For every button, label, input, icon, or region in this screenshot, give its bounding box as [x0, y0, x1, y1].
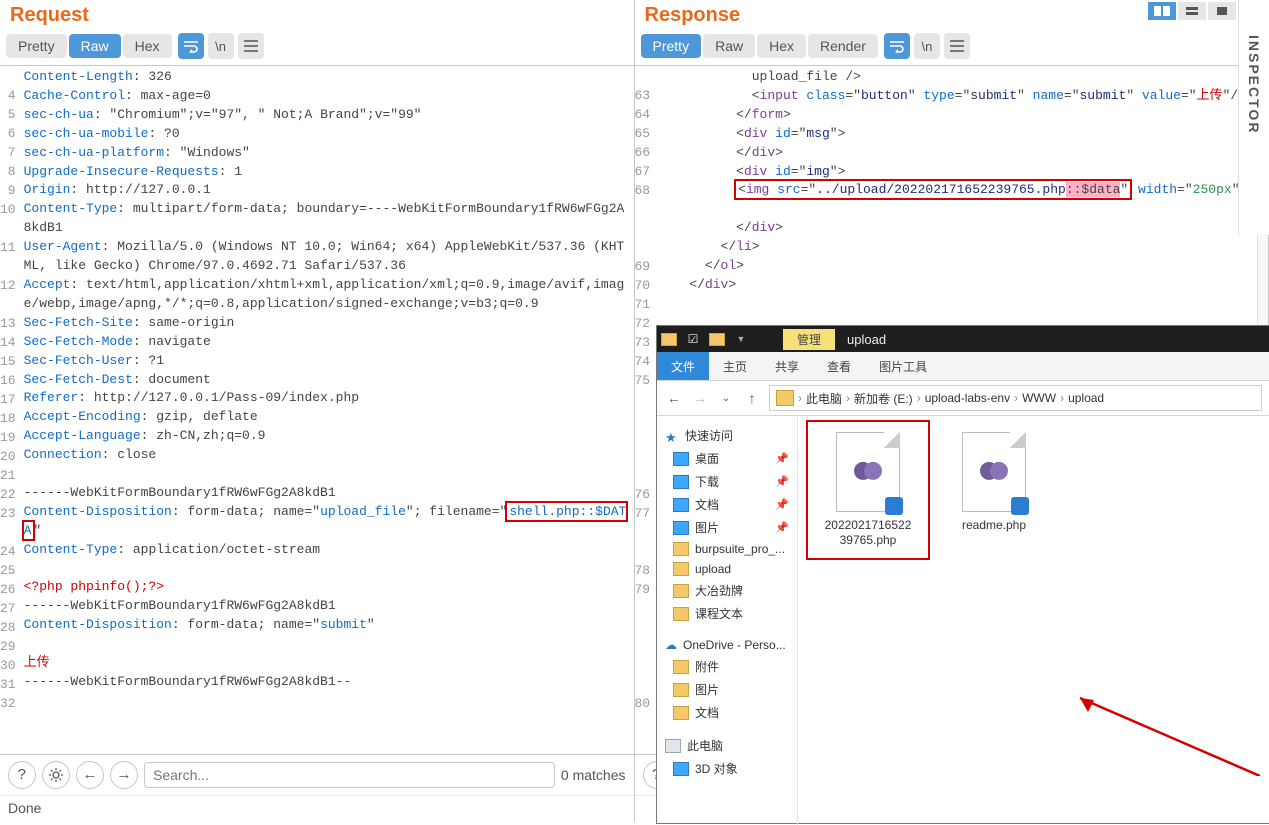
explorer-titlebar[interactable]: ☑ ▼ 管理 upload: [657, 326, 1269, 352]
inspector-label: INSPECTOR: [1246, 35, 1262, 134]
sidebar-item-desktop[interactable]: 桌面📌: [657, 447, 797, 470]
crumb-env[interactable]: upload-labs-env: [925, 391, 1010, 405]
tab-hex[interactable]: Hex: [757, 34, 806, 58]
crumb-www[interactable]: WWW: [1022, 391, 1056, 405]
tab-hex[interactable]: Hex: [123, 34, 172, 58]
folder-icon: [776, 390, 794, 406]
request-tabs: Pretty Raw Hex \n: [0, 33, 634, 65]
tab-raw[interactable]: Raw: [703, 34, 755, 58]
request-title: Request: [0, 0, 634, 33]
wrap-toggle-icon[interactable]: [178, 33, 204, 59]
tab-pretty[interactable]: Pretty: [6, 34, 67, 58]
menu-icon[interactable]: [944, 33, 970, 59]
vscode-badge-icon: [1011, 497, 1029, 515]
file-item[interactable]: readme.php: [944, 432, 1044, 533]
tab-imgtools[interactable]: 图片工具: [865, 352, 941, 380]
vscode-badge-icon: [885, 497, 903, 515]
crumb-drive[interactable]: 新加卷 (E:): [854, 390, 913, 407]
sidebar-item-quick[interactable]: ★快速访问: [657, 424, 797, 447]
ribbon-tabs: 文件 主页 共享 查看 图片工具: [657, 352, 1269, 381]
crumb-thispc[interactable]: 此电脑: [806, 390, 842, 407]
view-toggle: [1146, 0, 1238, 22]
tab-file[interactable]: 文件: [657, 352, 709, 380]
single-view-icon[interactable]: [1208, 2, 1236, 20]
menu-icon[interactable]: [238, 33, 264, 59]
wrap-toggle-icon[interactable]: [884, 33, 910, 59]
sidebar-item-thispc[interactable]: 此电脑: [657, 734, 797, 757]
checkbox-icon: ☑: [681, 329, 705, 349]
search-input[interactable]: [144, 762, 555, 788]
tab-raw[interactable]: Raw: [69, 34, 121, 58]
crumb-upload[interactable]: upload: [1068, 391, 1104, 405]
folder-icon: [705, 329, 729, 349]
sidebar-item-3d[interactable]: 3D 对象: [657, 757, 797, 780]
request-pane: Request Pretty Raw Hex \n 45678910111213…: [0, 0, 635, 822]
sidebar-item-onedrive[interactable]: ☁OneDrive - Perso...: [657, 635, 797, 655]
explorer-file-area[interactable]: 2022021716522 39765.php readme.php: [798, 416, 1269, 825]
settings-icon[interactable]: [42, 761, 70, 789]
file-item[interactable]: 2022021716522 39765.php: [808, 422, 928, 558]
tab-pretty[interactable]: Pretty: [641, 34, 702, 58]
response-tabs: Pretty Raw Hex Render \n: [635, 33, 1269, 65]
request-footer: ? ← → 0 matches: [0, 754, 634, 795]
sidebar-item-upload[interactable]: upload: [657, 559, 797, 579]
tab-render[interactable]: Render: [808, 34, 878, 58]
forward-icon[interactable]: →: [691, 390, 709, 406]
sidebar-item-burp[interactable]: burpsuite_pro_...: [657, 539, 797, 559]
status-label: Done: [0, 795, 634, 822]
file-name: readme.php: [944, 518, 1044, 533]
chevron-down-icon[interactable]: ⌄: [717, 393, 735, 404]
sidebar-item-course[interactable]: 课程文本: [657, 602, 797, 625]
sidebar-item-pics[interactable]: 图片📌: [657, 516, 797, 539]
request-editor[interactable]: 4567891011121314151617181920212223242526…: [0, 65, 634, 754]
newline-icon[interactable]: \n: [914, 33, 940, 59]
php-file-icon: [962, 432, 1026, 512]
window-title: upload: [835, 330, 898, 349]
sidebar-item-downloads[interactable]: 下载📌: [657, 470, 797, 493]
inspector-panel[interactable]: INSPECTOR: [1238, 0, 1269, 235]
next-icon[interactable]: →: [110, 761, 138, 789]
breadcrumb[interactable]: ›此电脑 ›新加卷 (E:) ›upload-labs-env ›WWW ›up…: [769, 385, 1262, 411]
annotation-arrow: [1070, 696, 1260, 776]
help-icon[interactable]: ?: [8, 761, 36, 789]
split-view-icon[interactable]: [1148, 2, 1176, 20]
stack-view-icon[interactable]: [1178, 2, 1206, 20]
prev-icon[interactable]: ←: [76, 761, 104, 789]
newline-icon[interactable]: \n: [208, 33, 234, 59]
tab-view[interactable]: 查看: [813, 352, 865, 380]
back-icon[interactable]: ←: [665, 390, 683, 406]
chevron-down-icon[interactable]: ▼: [729, 329, 753, 349]
tab-share[interactable]: 共享: [761, 352, 813, 380]
up-icon[interactable]: ↑: [743, 390, 761, 406]
explorer-sidebar: ★快速访问 桌面📌 下载📌 文档📌 图片📌 burpsuite_pro_... …: [657, 416, 798, 825]
sidebar-item-docs2[interactable]: 文档: [657, 701, 797, 724]
folder-icon: [657, 329, 681, 349]
sidebar-item-pics2[interactable]: 图片: [657, 678, 797, 701]
explorer-nav: ← → ⌄ ↑ ›此电脑 ›新加卷 (E:) ›upload-labs-env …: [657, 381, 1269, 416]
php-file-icon: [836, 432, 900, 512]
sidebar-item-attach[interactable]: 附件: [657, 655, 797, 678]
file-explorer-window: ☑ ▼ 管理 upload 文件 主页 共享 查看 图片工具 ← → ⌄ ↑ ›…: [656, 325, 1269, 824]
matches-label: 0 matches: [561, 767, 626, 783]
sidebar-item-dazhi[interactable]: 大冶劲牌: [657, 579, 797, 602]
manage-tab[interactable]: 管理: [783, 329, 835, 350]
file-name: 2022021716522 39765.php: [818, 518, 918, 548]
sidebar-item-docs[interactable]: 文档📌: [657, 493, 797, 516]
tab-home[interactable]: 主页: [709, 352, 761, 380]
